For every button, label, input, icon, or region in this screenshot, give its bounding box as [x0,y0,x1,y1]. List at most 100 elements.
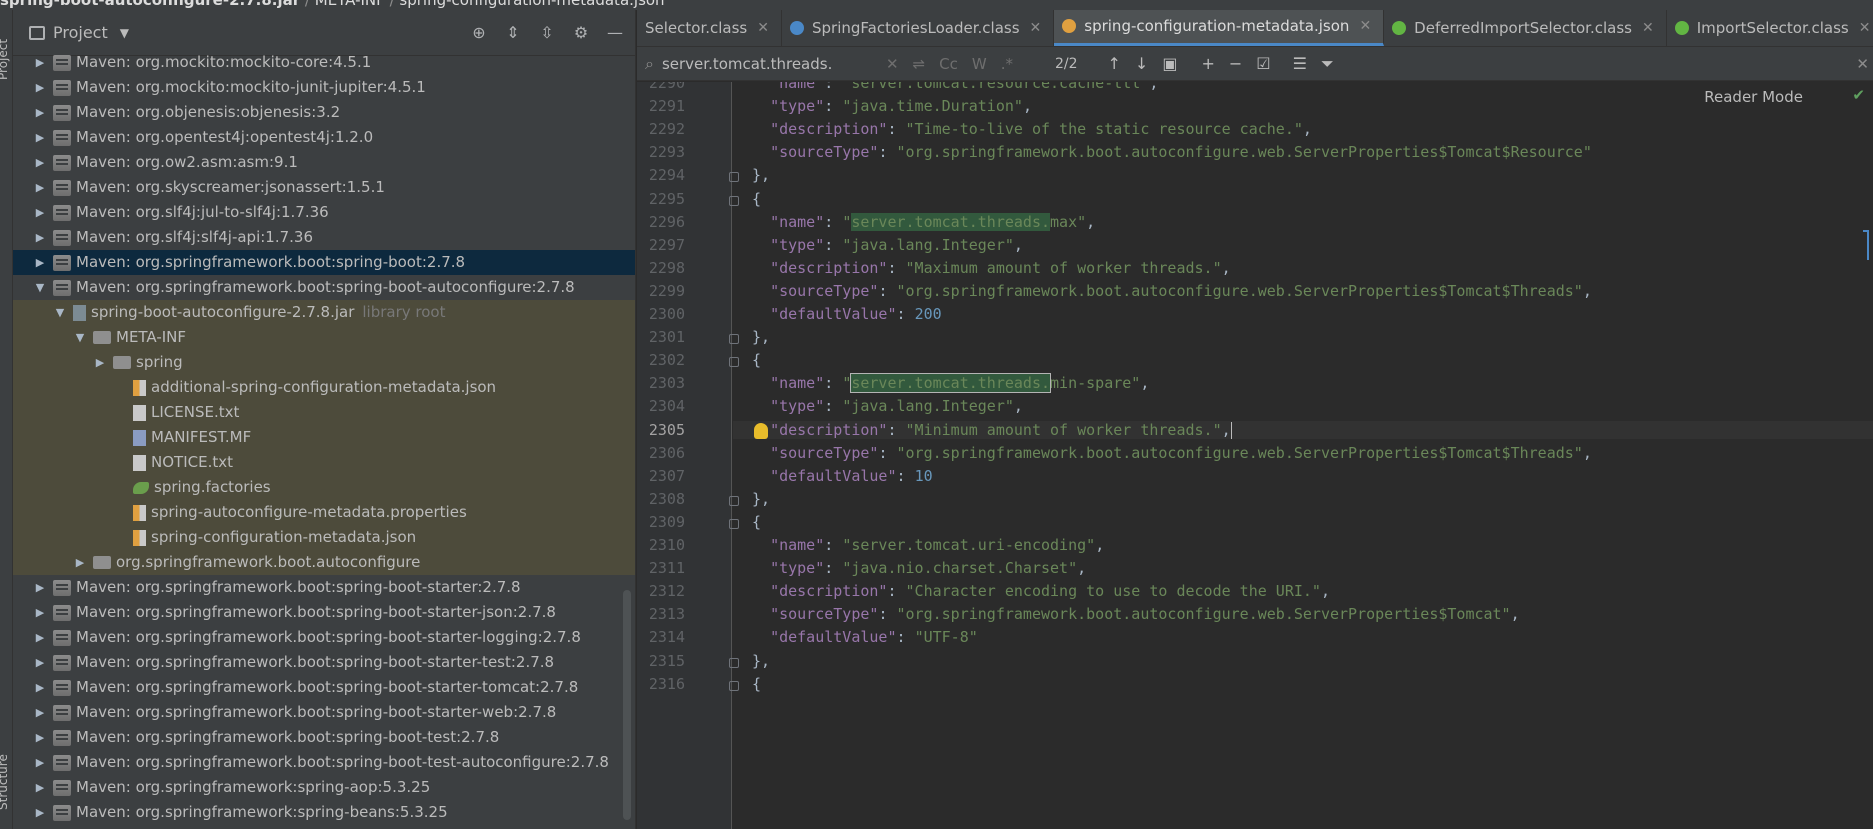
chevron-down-icon[interactable]: ▼ [73,325,87,350]
close-tab-icon[interactable]: ✕ [757,20,769,36]
maven-library-item[interactable]: ▶ Maven: org.springframework.boot:spring-… [13,600,635,625]
whole-words-toggle[interactable]: W [972,55,987,73]
editor-tab[interactable]: Selector.class ✕ [637,10,782,46]
chevron-down-icon[interactable]: ▼ [53,300,67,325]
maven-library-item[interactable]: ▶ Maven: org.mockito:mockito-junit-jupite… [13,75,635,100]
maven-library-item[interactable]: ▶ Maven: org.opentest4j:opentest4j:1.2.0 [13,125,635,150]
maven-library-item[interactable]: ▶ Maven: org.springframework.boot:spring-… [13,675,635,700]
chevron-right-icon[interactable]: ▶ [33,725,47,750]
file-item[interactable]: spring.factories [13,475,635,500]
maven-library-item[interactable]: ▶ Maven: org.skyscreamer:jsonassert:1.5.1 [13,175,635,200]
maven-library-item[interactable]: ▶ Maven: org.springframework.boot:spring-… [13,750,635,775]
maven-library-item[interactable]: ▶ Maven: org.springframework.boot:spring-… [13,725,635,750]
close-tab-icon[interactable]: ✕ [1359,18,1371,34]
gear-icon[interactable]: ⚙ [571,22,591,42]
breadcrumb-meta-inf[interactable]: META-INF [315,0,385,9]
chevron-right-icon[interactable]: ▶ [33,700,47,725]
maven-library-item[interactable]: ▶ Maven: org.slf4j:jul-to-slf4j:1.7.36 [13,200,635,225]
chevron-right-icon[interactable]: ▶ [93,350,107,375]
expand-all-icon[interactable]: ⇕ [503,22,523,42]
editor-tab[interactable]: DeferredImportSelector.class ✕ [1384,10,1667,46]
maven-library-item[interactable]: ▶ Maven: org.springframework:spring-beans… [13,800,635,825]
chevron-right-icon[interactable]: ▶ [33,250,47,275]
close-tab-icon[interactable]: ✕ [1859,20,1871,36]
chevron-down-icon[interactable]: ▼ [120,26,129,40]
close-find-bar-icon[interactable]: ✕ [1856,55,1869,73]
chevron-right-icon[interactable]: ▶ [33,800,47,825]
maven-library-item[interactable]: ▶ Maven: org.springframework.boot:spring-… [13,625,635,650]
close-tab-icon[interactable]: ✕ [1642,20,1654,36]
open-in-window-icon[interactable]: ▣ [1162,54,1177,74]
maven-library-item[interactable]: ▶ Maven: org.objenesis:objenesis:3.2 [13,100,635,125]
fold-marker-icon[interactable] [729,172,739,183]
chevron-right-icon[interactable]: ▶ [33,575,47,600]
folder-item[interactable]: ▼ META-INF [13,325,635,350]
maven-library-item[interactable]: ▶ Maven: org.mockito:mockito-core:4.5.1 [13,50,635,75]
fold-marker-icon[interactable] [729,495,739,506]
replace-history-icon[interactable]: ⇌ [913,55,926,73]
folder-item[interactable]: ▶ spring [13,350,635,375]
hide-panel-icon[interactable]: — [605,22,625,42]
filter-icon[interactable]: ⏷ [1321,54,1334,74]
fold-marker-icon[interactable] [729,518,739,529]
chevron-right-icon[interactable]: ▶ [33,175,47,200]
editor-tab[interactable]: SpringFactoriesLoader.class ✕ [782,10,1055,46]
maven-library-item[interactable]: ▶ Maven: org.springframework:spring-aop:5… [13,775,635,800]
file-item[interactable]: MANIFEST.MF [13,425,635,450]
add-selection-icon[interactable]: + [1201,54,1214,74]
chevron-right-icon[interactable]: ▶ [33,100,47,125]
project-panel-title[interactable]: Project [53,23,108,42]
select-all-occurrences-icon[interactable]: ☑ [1256,54,1270,74]
file-item[interactable]: spring-autoconfigure-metadata.properties [13,500,635,525]
editor-tab[interactable]: spring-configuration-metadata.json ✕ [1054,10,1385,46]
chevron-right-icon[interactable]: ▶ [33,150,47,175]
chevron-right-icon[interactable]: ▶ [33,775,47,800]
chevron-right-icon[interactable]: ▶ [33,750,47,775]
fold-marker-icon[interactable] [729,357,739,368]
inspection-ok-icon[interactable]: ✔ [1852,86,1865,104]
match-case-toggle[interactable]: Cc [939,55,958,73]
search-options-icon[interactable]: ☰ [1293,54,1307,74]
search-input[interactable] [661,54,872,73]
lightbulb-icon[interactable] [754,422,768,439]
regex-toggle[interactable]: .* [1001,55,1013,73]
maven-library-item[interactable]: ▶ Maven: org.springframework.boot:spring-… [13,250,635,275]
folder-item[interactable]: ▶ org.springframework.boot.autoconfigure [13,550,635,575]
chevron-down-icon[interactable]: ▼ [33,275,47,300]
project-scrollbar[interactable] [623,590,631,820]
file-item[interactable]: spring-configuration-metadata.json [13,525,635,550]
maven-library-item[interactable]: ▶ Maven: org.ow2.asm:asm:9.1 [13,150,635,175]
code-editor[interactable]: 2290 2291 2292 2293 2294 2295 2296 2297 2298 2299… [637,82,1873,829]
chevron-right-icon[interactable]: ▶ [33,625,47,650]
fold-marker-icon[interactable] [729,657,739,668]
chevron-right-icon[interactable]: ▶ [33,50,47,75]
breadcrumb-file[interactable]: spring-configuration-metadata.json [399,0,664,9]
close-tab-icon[interactable]: ✕ [1030,20,1042,36]
locate-file-icon[interactable]: ⊕ [469,22,489,42]
chevron-right-icon[interactable]: ▶ [33,675,47,700]
clear-search-icon[interactable]: ✕ [886,55,899,73]
chevron-right-icon[interactable]: ▶ [73,550,87,575]
chevron-right-icon[interactable]: ▶ [33,600,47,625]
fold-marker-icon[interactable] [729,680,739,691]
chevron-right-icon[interactable]: ▶ [33,650,47,675]
file-item[interactable]: LICENSE.txt [13,400,635,425]
maven-library-item[interactable]: ▶ Maven: org.springframework.boot:spring-… [13,700,635,725]
editor-tab[interactable]: ImportSelector.class ✕ [1667,10,1873,46]
maven-library-item[interactable]: ▼ Maven: org.springframework.boot:spring-… [13,275,635,300]
file-item[interactable]: NOTICE.txt [13,450,635,475]
maven-library-item[interactable]: ▶ Maven: org.slf4j:slf4j-api:1.7.36 [13,225,635,250]
chevron-right-icon[interactable]: ▶ [33,125,47,150]
fold-marker-icon[interactable] [729,334,739,345]
search-icon[interactable]: ⌕ [645,54,654,74]
chevron-right-icon[interactable]: ▶ [33,75,47,100]
next-occurrence-icon[interactable]: ↓ [1135,54,1148,74]
maven-library-item[interactable]: ▶ Maven: org.springframework.boot:spring-… [13,575,635,600]
file-item[interactable]: additional-spring-configuration-metadata… [13,375,635,400]
reader-mode-button[interactable]: Reader Mode [1704,88,1803,106]
chevron-right-icon[interactable]: ▶ [33,200,47,225]
maven-library-item[interactable]: ▶ Maven: org.springframework.boot:spring-… [13,650,635,675]
remove-selection-icon[interactable]: − [1229,54,1242,74]
fold-marker-icon[interactable] [729,195,739,206]
previous-occurrence-icon[interactable]: ↑ [1108,54,1121,74]
